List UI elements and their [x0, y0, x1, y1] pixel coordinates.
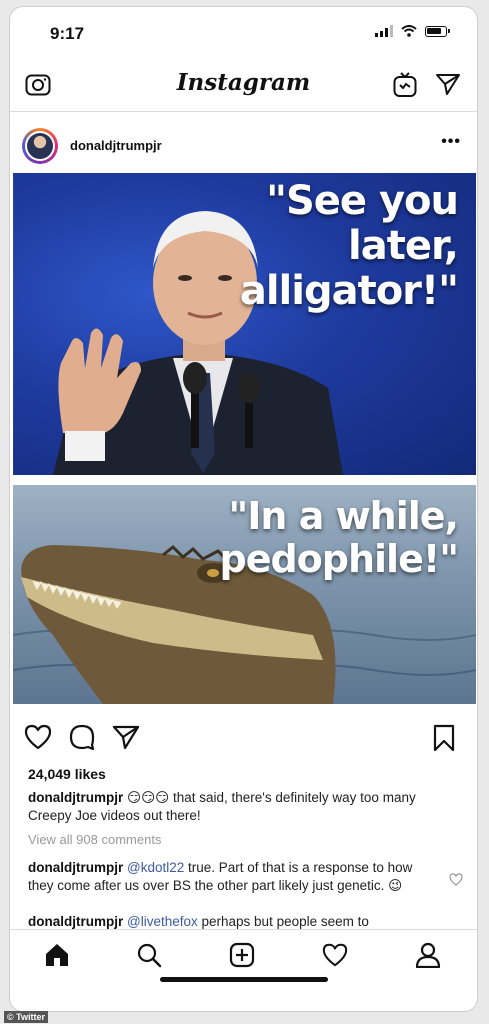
signal-icon [375, 25, 393, 37]
post-username[interactable]: donaldjtrumpjr [70, 138, 162, 153]
more-options-icon[interactable]: ••• [441, 133, 461, 151]
image-divider [13, 475, 476, 485]
status-time: 9:17 [50, 24, 85, 43]
battery-icon [425, 25, 450, 37]
meme-caption-bottom: "In a while, pedophile!" [219, 494, 460, 581]
comment-text: perhaps but people seem to [197, 914, 369, 929]
source-watermark: © Twitter [4, 1011, 48, 1023]
post-header: donaldjtrumpjr ••• [10, 111, 477, 173]
home-icon[interactable] [44, 942, 70, 968]
post-caption: donaldjtrumpjr 😏😏😏 that said, there's de… [28, 789, 453, 825]
comment-like-icon[interactable] [449, 873, 463, 886]
share-icon[interactable] [112, 724, 140, 750]
view-all-comments-link[interactable]: View all 908 comments [28, 832, 161, 847]
caption-emojis: 😏😏😏 [127, 790, 170, 805]
comment-item: donaldjtrumpjr @livethefox perhaps but p… [28, 913, 453, 929]
igtv-icon[interactable] [393, 72, 417, 98]
add-post-icon[interactable] [229, 942, 255, 968]
top-navbar: Instagram [10, 59, 477, 112]
home-indicator [160, 977, 328, 982]
status-bar: 9:17 [10, 7, 477, 59]
status-icons [375, 25, 450, 37]
phone-screen: 9:17 Instagram donaldjtrumpjr ••• "See y… [9, 6, 478, 1012]
post-image[interactable]: "See you later, alligator!" "In a while,… [13, 173, 476, 704]
search-icon[interactable] [136, 942, 162, 968]
likes-count[interactable]: 24,049 likes [28, 766, 106, 782]
post-actions [10, 715, 477, 759]
bottom-tab-bar [10, 929, 477, 990]
avatar[interactable] [22, 128, 58, 164]
direct-message-icon[interactable] [435, 72, 461, 96]
meme-panel-bottom: "In a while, pedophile!" [13, 485, 476, 704]
comment-mention[interactable]: @livethefox [127, 914, 198, 929]
wifi-icon [401, 25, 417, 37]
heart-icon[interactable] [24, 724, 52, 750]
comment-item: donaldjtrumpjr @kdotl22 true. Part of th… [28, 859, 428, 895]
comment-username[interactable]: donaldjtrumpjr [28, 914, 123, 929]
comment-icon[interactable] [68, 724, 96, 750]
meme-caption-top: "See you later, alligator!" [239, 178, 459, 314]
caption-username[interactable]: donaldjtrumpjr [28, 790, 123, 805]
comment-mention[interactable]: @kdotl22 [127, 860, 184, 875]
bookmark-icon[interactable] [432, 724, 456, 752]
profile-icon[interactable] [415, 942, 441, 968]
meme-panel-top: "See you later, alligator!" [13, 173, 476, 475]
comment-username[interactable]: donaldjtrumpjr [28, 860, 123, 875]
activity-heart-icon[interactable] [322, 942, 348, 968]
